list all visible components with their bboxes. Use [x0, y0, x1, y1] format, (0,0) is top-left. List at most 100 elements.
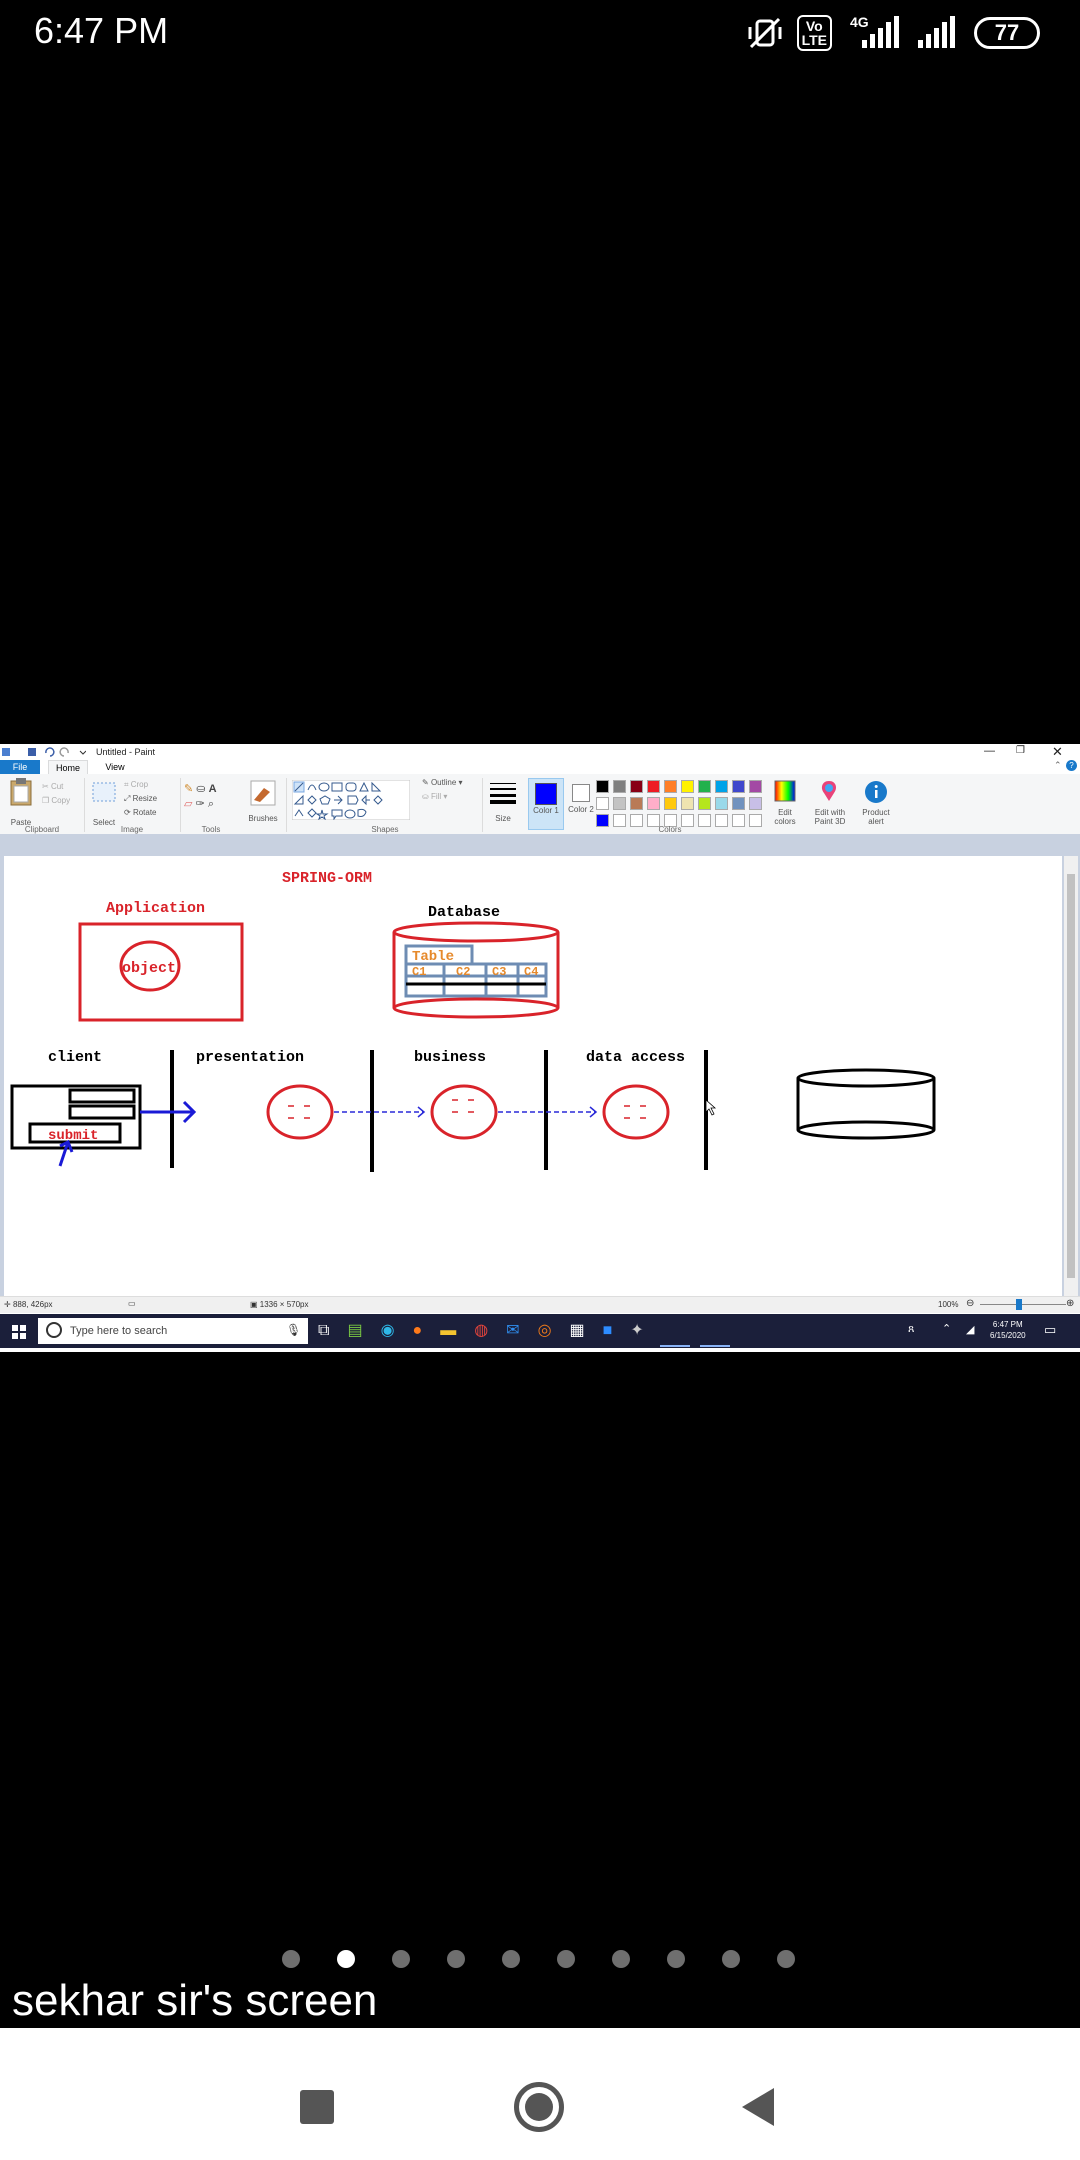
task-view-icon[interactable]: ⧉	[318, 1320, 329, 1342]
menu-file[interactable]: File	[0, 760, 40, 775]
outline-button[interactable]: ✎ Outline ▾	[422, 778, 463, 787]
close-button[interactable]: ✕	[1052, 744, 1063, 760]
minimize-button[interactable]: —	[984, 745, 995, 757]
cut-button[interactable]: ✂ Cut	[42, 782, 63, 791]
microphone-icon[interactable]: 🎙	[286, 1323, 301, 1337]
page-dot[interactable]	[612, 1950, 630, 1968]
text-icon[interactable]: A	[209, 783, 217, 795]
page-dot[interactable]	[667, 1950, 685, 1968]
zoom-slider[interactable]	[980, 1304, 1066, 1305]
palette-swatch[interactable]	[613, 814, 626, 827]
page-dot[interactable]	[392, 1950, 410, 1968]
windows-start-icon[interactable]	[12, 1325, 26, 1339]
page-dot[interactable]	[502, 1950, 520, 1968]
network-icon[interactable]: ◢	[966, 1323, 974, 1336]
quick-access-toolbar[interactable]	[2, 747, 86, 757]
fill-button[interactable]: ⛀ Fill ▾	[422, 792, 447, 801]
taskbar-search[interactable]: Type here to search 🎙	[38, 1318, 308, 1344]
chrome-app-icon[interactable]: ◍	[474, 1320, 488, 1342]
store-app-icon[interactable]: ▦	[570, 1320, 585, 1342]
people-icon[interactable]: ጸ	[908, 1323, 914, 1336]
eraser-icon[interactable]: ▱	[184, 798, 192, 810]
zoom-out-button[interactable]: ⊖	[966, 1298, 974, 1309]
help-icon[interactable]: ?	[1066, 760, 1077, 771]
palette-swatch[interactable]	[732, 814, 745, 827]
taskbar-clock[interactable]: 6:47 PM 6/15/2020	[990, 1319, 1026, 1341]
palette-swatch[interactable]	[647, 797, 660, 810]
fill-icon[interactable]: ⛀	[196, 783, 205, 795]
select-icon[interactable]	[92, 782, 116, 802]
color1-button[interactable]: Color 1	[528, 778, 564, 830]
pencil-icon[interactable]: ✎	[184, 783, 193, 795]
palette-swatch[interactable]	[630, 797, 643, 810]
palette-swatch[interactable]	[749, 814, 762, 827]
palette-swatch[interactable]	[681, 780, 694, 793]
zoom-app-icon[interactable]: ■	[603, 1320, 613, 1342]
page-dot[interactable]	[557, 1950, 575, 1968]
shared-screen[interactable]: Untitled - Paint — ❐ ✕ File Home View ⌃ …	[0, 744, 1080, 1352]
palette-swatch[interactable]	[664, 780, 677, 793]
file-explorer-icon[interactable]: ▬	[440, 1320, 456, 1342]
palette-swatch[interactable]	[715, 814, 728, 827]
magnifier-icon[interactable]: ⌕	[208, 798, 214, 810]
zoom-in-button[interactable]: ⊕	[1066, 1298, 1074, 1309]
product-alert-icon[interactable]	[864, 780, 888, 804]
tools-grid[interactable]: ✎ ⛀ A ▱ ✑ ⌕	[184, 782, 217, 812]
page-dot[interactable]	[777, 1950, 795, 1968]
brushes-icon[interactable]	[250, 780, 276, 806]
zoom-slider-thumb[interactable]	[1016, 1299, 1022, 1310]
vertical-scrollbar[interactable]	[1064, 856, 1078, 1296]
paint3d-icon[interactable]	[818, 780, 840, 802]
resize-button[interactable]: ⤢ Resize	[124, 794, 157, 804]
color-picker-icon[interactable]: ✑	[196, 798, 205, 810]
edge-app-icon[interactable]: ◉	[381, 1320, 395, 1342]
page-dot-active[interactable]	[337, 1950, 355, 1968]
tray-chevron-icon[interactable]: ⌃	[942, 1322, 951, 1335]
paint-app-icon[interactable]: ✦	[630, 1320, 643, 1342]
notepad-app-icon[interactable]: ▤	[347, 1320, 362, 1342]
mail-app-icon[interactable]: ✉	[506, 1320, 519, 1342]
edit-colors-icon[interactable]	[774, 780, 796, 802]
palette-swatch[interactable]	[630, 780, 643, 793]
recents-button[interactable]	[300, 2090, 334, 2124]
page-dot[interactable]	[447, 1950, 465, 1968]
menu-view[interactable]: View	[100, 760, 130, 775]
firefox-app-icon[interactable]: ●	[413, 1320, 423, 1342]
media-app-icon[interactable]: ◎	[538, 1320, 552, 1342]
collapse-ribbon-icon[interactable]: ⌃	[1054, 760, 1062, 771]
copy-button[interactable]: ❐ Copy	[42, 796, 70, 805]
palette-swatch[interactable]	[715, 797, 728, 810]
palette-swatch[interactable]	[732, 797, 745, 810]
rotate-button[interactable]: ⟳ Rotate	[124, 808, 157, 817]
palette-swatch[interactable]	[596, 814, 609, 827]
palette-swatch[interactable]	[613, 797, 626, 810]
shapes-gallery[interactable]	[292, 780, 410, 820]
palette-swatch[interactable]	[698, 797, 711, 810]
palette-swatch[interactable]	[698, 780, 711, 793]
palette-swatch[interactable]	[664, 797, 677, 810]
palette-swatch[interactable]	[681, 797, 694, 810]
crop-button[interactable]: ⌗ Crop	[124, 780, 148, 790]
color2-button[interactable]: Color 2	[566, 778, 596, 828]
paint-canvas[interactable]: SPRING-ORM Application object Database T…	[4, 856, 1062, 1296]
taskbar-apps[interactable]: ⧉ ▤ ◉ ● ▬ ◍ ✉ ◎ ▦ ■ ✦	[318, 1320, 644, 1342]
page-dot[interactable]	[722, 1950, 740, 1968]
home-button[interactable]	[514, 2082, 564, 2132]
palette-swatch[interactable]	[596, 797, 609, 810]
page-dot[interactable]	[282, 1950, 300, 1968]
palette-swatch[interactable]	[732, 780, 745, 793]
back-button[interactable]	[740, 2086, 776, 2128]
notification-icon[interactable]: ▭	[1044, 1322, 1056, 1338]
palette-swatch[interactable]	[647, 780, 660, 793]
palette-swatch[interactable]	[613, 780, 626, 793]
palette-swatch[interactable]	[749, 797, 762, 810]
palette-swatch[interactable]	[630, 814, 643, 827]
paste-icon[interactable]	[8, 778, 34, 806]
palette-swatch[interactable]	[749, 780, 762, 793]
palette-swatch[interactable]	[698, 814, 711, 827]
palette-swatch[interactable]	[596, 780, 609, 793]
size-icon[interactable]	[490, 782, 516, 804]
palette-swatch[interactable]	[715, 780, 728, 793]
restore-button[interactable]: ❐	[1016, 745, 1025, 756]
scroll-thumb[interactable]	[1067, 874, 1075, 1278]
